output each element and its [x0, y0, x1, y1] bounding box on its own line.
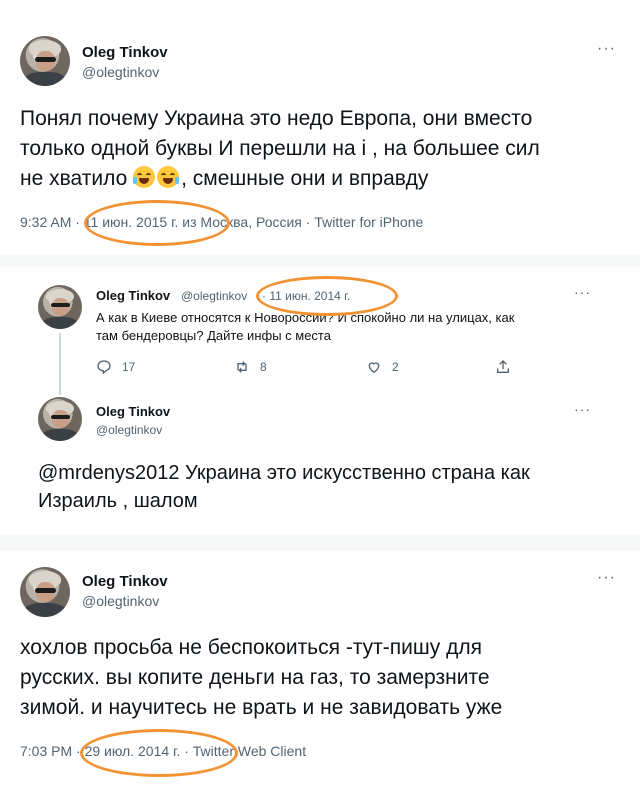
author-handle[interactable]: @olegtinkov — [82, 64, 159, 80]
separator — [0, 535, 640, 551]
tweet-body: хохлов просьба не беспокоиться -тут-пишу… — [20, 633, 620, 723]
heart-icon — [368, 362, 380, 374]
thread-connector — [59, 333, 61, 395]
reply-icon — [97, 360, 111, 375]
more-options-icon[interactable]: ··· — [597, 569, 616, 587]
tweet-card-3: Oleg Tinkov @olegtinkov ··· хохлов прось… — [0, 551, 640, 801]
tweet-body: А как в Киеве относятся к Новороссии? И … — [96, 309, 601, 345]
tweet-line: там бендеровцы? Дайте инфы с места — [96, 328, 331, 343]
tweet-line: зимой. и научитесь не врать и не завидов… — [20, 696, 503, 719]
face-with-tears-of-joy-icon — [133, 166, 156, 188]
avatar[interactable] — [20, 567, 70, 617]
tweet-card-1: Oleg Tinkov @olegtinkov ··· Понял почему… — [0, 0, 640, 255]
tweet-line: хохлов просьба не беспокоиться -тут-пишу… — [20, 636, 482, 659]
author-handle[interactable]: @olegtinkov — [181, 289, 247, 303]
reply-button[interactable]: 17 — [96, 359, 135, 375]
more-options-icon[interactable]: ··· — [574, 284, 591, 300]
tweet-line-start: не хватило — [20, 167, 128, 190]
face-with-tears-of-joy-icon — [157, 166, 180, 188]
tweet-line: русских. вы копите деньги на газ, то зам… — [20, 666, 490, 689]
author-name[interactable]: Oleg Tinkov — [82, 573, 168, 590]
like-count: 2 — [392, 360, 399, 374]
more-options-icon[interactable]: ··· — [597, 40, 616, 58]
share-icon — [497, 360, 509, 373]
tweet-body: Понял почему Украина это недо Европа, он… — [20, 104, 620, 194]
author-name[interactable]: Oleg Tinkov — [82, 44, 168, 61]
tweet-line: не хватило , смешные они и вправду — [20, 164, 620, 194]
separator — [0, 255, 640, 267]
retweet-button[interactable]: 8 — [234, 359, 267, 375]
tweet-date[interactable]: · 11 июн. 2014 г. — [262, 289, 350, 303]
tweet-meta[interactable]: 7:03 PM · 29 июл. 2014 г. · Twitter Web … — [20, 743, 306, 759]
avatar[interactable] — [38, 285, 82, 329]
tweet-line: только одной буквы И перешли на і , на б… — [20, 137, 540, 160]
author-handle[interactable]: @olegtinkov — [82, 593, 159, 609]
author-handle[interactable]: @olegtinkov — [96, 423, 162, 437]
avatar[interactable] — [38, 397, 82, 441]
author-name[interactable]: Oleg Tinkov — [96, 404, 170, 419]
share-button[interactable] — [495, 359, 511, 375]
tweet-body: @mrdenys2012 Украина это искусственно ст… — [38, 459, 613, 515]
tweet-meta[interactable]: 9:32 AM · 11 июн. 2015 г. из Москва, Рос… — [20, 214, 423, 230]
tweet-line: @mrdenys2012 Украина это искусственно ст… — [38, 462, 530, 484]
avatar[interactable] — [20, 36, 70, 86]
tweet-line: А как в Киеве относятся к Новороссии? И … — [96, 310, 515, 325]
author-name[interactable]: Oleg Tinkov — [96, 288, 170, 303]
retweet-icon — [237, 361, 247, 373]
tweet-line: Понял почему Украина это недо Европа, он… — [20, 107, 533, 130]
tweet-card-2: Oleg Tinkov @olegtinkov · 11 июн. 2014 г… — [20, 267, 620, 535]
tweet-line: Израиль , шалом — [38, 490, 198, 512]
reply-count: 17 — [122, 360, 136, 374]
tweet-line-end: , смешные они и вправду — [181, 167, 429, 190]
more-options-icon[interactable]: ··· — [574, 401, 591, 417]
like-button[interactable]: 2 — [366, 359, 399, 375]
retweet-count: 8 — [260, 360, 267, 374]
